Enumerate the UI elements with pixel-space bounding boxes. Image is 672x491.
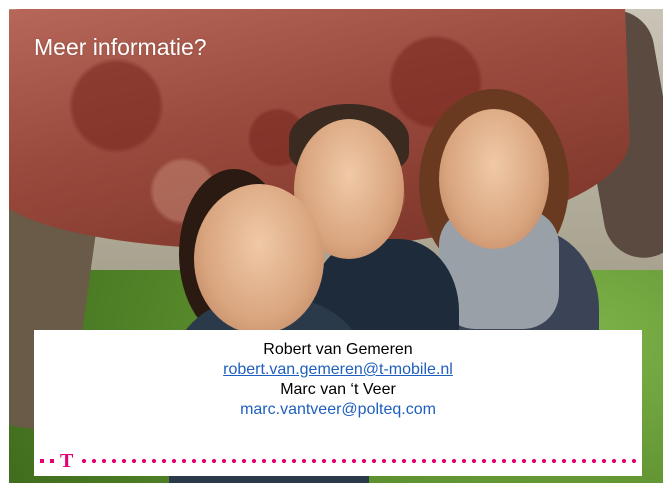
photo-face-right [439,109,549,249]
contact-name: Robert van Gemeren [263,341,413,358]
t-mobile-logo: T [40,451,79,471]
photo-face-left [194,184,324,334]
contact-email-row: marc.vantveer@polteq.com [34,400,642,420]
contact-name: Marc van ‘t Veer [280,381,396,398]
logo-dot [50,459,54,463]
slide: Meer informatie? Robert van Gemeren robe… [0,0,672,491]
contact-email-link[interactable]: robert.van.gemeren@t-mobile.nl [223,360,453,380]
logo-dot [40,459,44,463]
dotted-line-decoration [79,459,636,463]
contact-email-link[interactable]: marc.vantveer@polteq.com [240,400,436,420]
slide-title: Meer informatie? [34,34,207,60]
contact-email-row: robert.van.gemeren@t-mobile.nl [34,360,642,380]
contact-box: Robert van Gemeren robert.van.gemeren@t-… [34,330,642,446]
brand-bar: T [34,446,642,476]
logo-t-letter: T [60,450,74,472]
